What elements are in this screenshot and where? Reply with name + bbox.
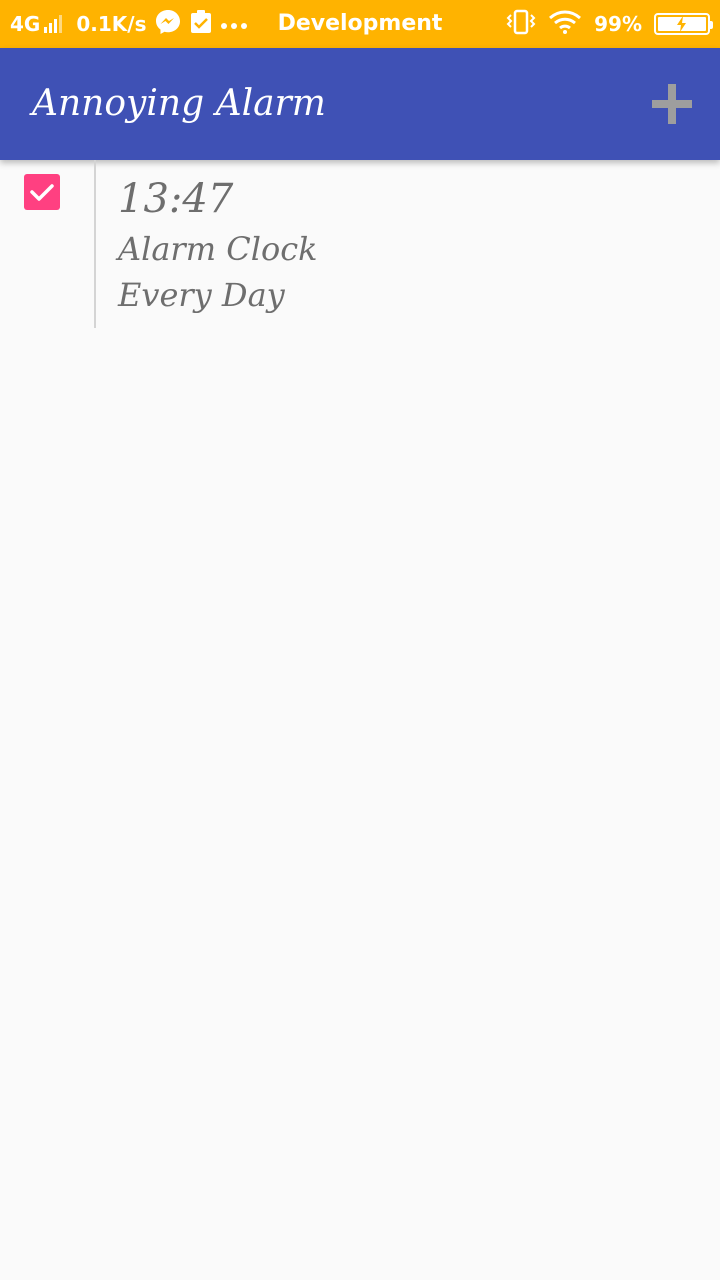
page-title: Annoying Alarm xyxy=(32,83,326,124)
alarm-label: Alarm Clock xyxy=(118,230,318,268)
vibrate-icon xyxy=(506,9,536,39)
wifi-icon xyxy=(548,10,582,38)
check-icon xyxy=(30,184,54,201)
add-alarm-button[interactable] xyxy=(648,80,696,128)
signal-icon xyxy=(44,15,63,33)
clipboard-check-icon xyxy=(190,10,212,38)
list-item[interactable]: 13:47 Alarm Clock Every Day xyxy=(0,160,720,328)
status-bar: Development 4G 0.1K/s 99% xyxy=(0,0,720,48)
plus-icon xyxy=(652,84,692,124)
status-bar-left: 4G 0.1K/s xyxy=(10,0,248,48)
network-speed: 0.1K/s xyxy=(76,12,147,36)
app-bar: Annoying Alarm xyxy=(0,48,720,160)
alarm-repeat: Every Day xyxy=(118,276,285,314)
more-dots-icon xyxy=(220,15,248,34)
divider xyxy=(94,160,96,328)
battery-charging-icon xyxy=(654,13,713,35)
alarm-time: 13:47 xyxy=(118,176,234,222)
battery-percent: 99% xyxy=(594,12,642,36)
status-bar-right: 99% xyxy=(506,0,713,48)
alarm-enabled-checkbox[interactable] xyxy=(24,174,60,210)
messenger-icon xyxy=(154,8,182,40)
network-type: 4G xyxy=(10,12,41,36)
